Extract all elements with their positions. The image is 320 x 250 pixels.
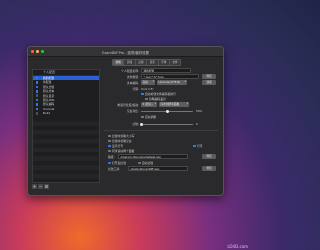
profile-list-toolbar: + − ⚙ [32, 184, 49, 189]
encoding-variant-select[interactable]: Unicode (UTF-8) ▾ [157, 80, 187, 85]
chevron-down-icon: ▾ [184, 80, 186, 83]
enable-checkbox[interactable] [35, 89, 39, 93]
open-then-compare-radio[interactable] [108, 161, 111, 165]
line-ending-value: Unix (LF) [141, 87, 154, 91]
encoding-label: 文本编码: [126, 81, 139, 85]
enable-checkbox[interactable] [35, 85, 39, 89]
preferences-window: ExamDiff Pro - 选项/偏好设置 个人配置 我的配置 新配置 默认比较默… [27, 46, 224, 196]
zoom-window-button[interactable] [41, 50, 44, 53]
file-type-browse-button[interactable]: 浏览 [202, 74, 216, 79]
enable-checkbox[interactable] [35, 94, 39, 97]
chevron-down-icon: ▾ [186, 102, 188, 105]
path-browse-button[interactable]: 浏览 [202, 154, 216, 159]
open-then-compare-label: 打开后比较 [112, 161, 126, 165]
tab-display[interactable]: 显示 [147, 60, 159, 65]
enable-checkbox[interactable] [35, 111, 39, 115]
tab-files[interactable]: 文件 [169, 60, 181, 65]
sync-scroll-checkbox[interactable] [108, 149, 111, 153]
list-item-label: 默认编码 [43, 102, 55, 107]
tab-font[interactable]: 字体 [158, 60, 170, 65]
enable-checkbox[interactable] [35, 76, 39, 80]
compare-tool-field[interactable]: /Applications/Diff.app [128, 166, 188, 171]
auto-compare-radio[interactable] [138, 161, 141, 165]
tab-filter[interactable]: 过滤 [135, 60, 148, 65]
list-item-label: 我的配置 [43, 76, 55, 80]
list-item-label: 默认比较 [43, 84, 55, 89]
list-item-label: 新配置 [43, 80, 52, 85]
tab-width-select[interactable]: 4 (默认) ▾ [141, 102, 157, 107]
watermark-logo: LO4D.com [227, 244, 248, 249]
auto-detect-checkbox[interactable] [141, 92, 144, 96]
title-bar: ExamDiff Pro - 选项/偏好设置 [28, 47, 223, 57]
tab-width-label: 制表符宽度/缩进: [117, 103, 139, 107]
profile-name-field[interactable]: 我的配置 [141, 68, 191, 73]
whitespace-slider[interactable] [141, 109, 193, 114]
chevron-down-icon: ▾ [154, 102, 156, 105]
list-item-label: 默认文本 [43, 89, 55, 94]
enable-checkbox[interactable] [35, 103, 39, 106]
whitespace-slider-fill [141, 111, 167, 112]
file-type-label: 文件类型: [126, 75, 139, 79]
whitespace-slider-knob[interactable] [165, 109, 169, 114]
remove-profile-button[interactable]: − [38, 184, 43, 189]
chevron-down-icon: ▾ [152, 80, 154, 83]
file-type-field[interactable]: *.cpp;*.h;*.hpp [141, 74, 199, 79]
line-number-option-label: 行号 [197, 144, 203, 148]
close-window-button[interactable] [31, 50, 34, 53]
list-empty-rows [33, 117, 99, 182]
section-divider [104, 130, 218, 131]
encoding-select[interactable]: 自动 ▾ [141, 80, 155, 85]
enable-checkbox[interactable] [35, 98, 39, 102]
minimize-window-button[interactable] [36, 50, 39, 53]
profile-name-label: 个人配置名称: [121, 69, 139, 73]
show-line-numbers-checkbox[interactable] [108, 144, 111, 148]
ignore-whitespace-checkbox[interactable] [108, 139, 111, 143]
path-field[interactable]: /Users/cc/Documents/test.cpp [118, 154, 188, 159]
add-profile-button[interactable]: + [32, 184, 37, 189]
tab-apply-select[interactable]: 应用到所有面板 ▾ [159, 102, 189, 107]
auto-detect-label: 自动检测文件编码和换行 [145, 92, 176, 96]
window-title: ExamDiff Pro - 选项/偏好设置 [102, 50, 149, 55]
path-label: 路径: [108, 155, 115, 159]
tab-compare[interactable]: 比较 [124, 60, 136, 65]
settings-tabs: 常规 比较 过滤 显示 字体 文件 [112, 59, 182, 66]
auto-adjust-checkbox[interactable] [141, 115, 144, 119]
compare-slider[interactable] [140, 122, 193, 127]
compare-tool-browse-button[interactable]: 浏览 [202, 166, 216, 171]
compare-tool-label: 比较工具: [108, 167, 121, 171]
ignore-whitespace-label: 比较时忽略空白 [112, 139, 132, 143]
show-line-numbers-label: 显示行号 [112, 144, 124, 148]
list-item-label: 默认目录 [43, 93, 55, 98]
enable-checkbox[interactable] [35, 81, 39, 84]
compare-label: 比较: [132, 122, 139, 126]
ignore-encoding-checkbox[interactable] [145, 97, 148, 101]
auto-adjust-label: 自动调整 [145, 115, 157, 119]
ignore-case-checkbox[interactable] [108, 134, 111, 138]
encoding-options-button[interactable]: 选项 [202, 80, 216, 85]
compare-slider-knob[interactable] [140, 122, 144, 127]
auto-compare-label: 自动比较 [142, 161, 154, 165]
sync-scroll-label: 同步滚动两个面板 [112, 149, 135, 153]
whitespace-label: 空白对比: [126, 109, 139, 113]
profile-list: 个人配置 我的配置 新配置 默认比较 默认文本 默认目录 默认XML 默认编码 Unicode… [32, 69, 100, 183]
compare-value: 0 [196, 122, 198, 126]
whitespace-value: 50% [196, 109, 203, 113]
list-item[interactable]: Build [33, 111, 99, 115]
list-item-label: 默认XML [43, 97, 55, 102]
line-ending-label: 行尾: [132, 87, 139, 91]
line-number-option-checkbox[interactable] [193, 144, 196, 148]
profile-settings-button[interactable]: ⚙ [44, 184, 49, 189]
tab-general[interactable]: 常规 [113, 60, 125, 65]
ignore-case-label: 比较时忽略大小写 [112, 134, 135, 138]
ignore-encoding-label: 忽略编码差异 [149, 97, 166, 101]
list-item-label: Unicode [43, 106, 55, 111]
list-item-label: Build [43, 111, 51, 116]
enable-checkbox[interactable] [35, 107, 39, 111]
